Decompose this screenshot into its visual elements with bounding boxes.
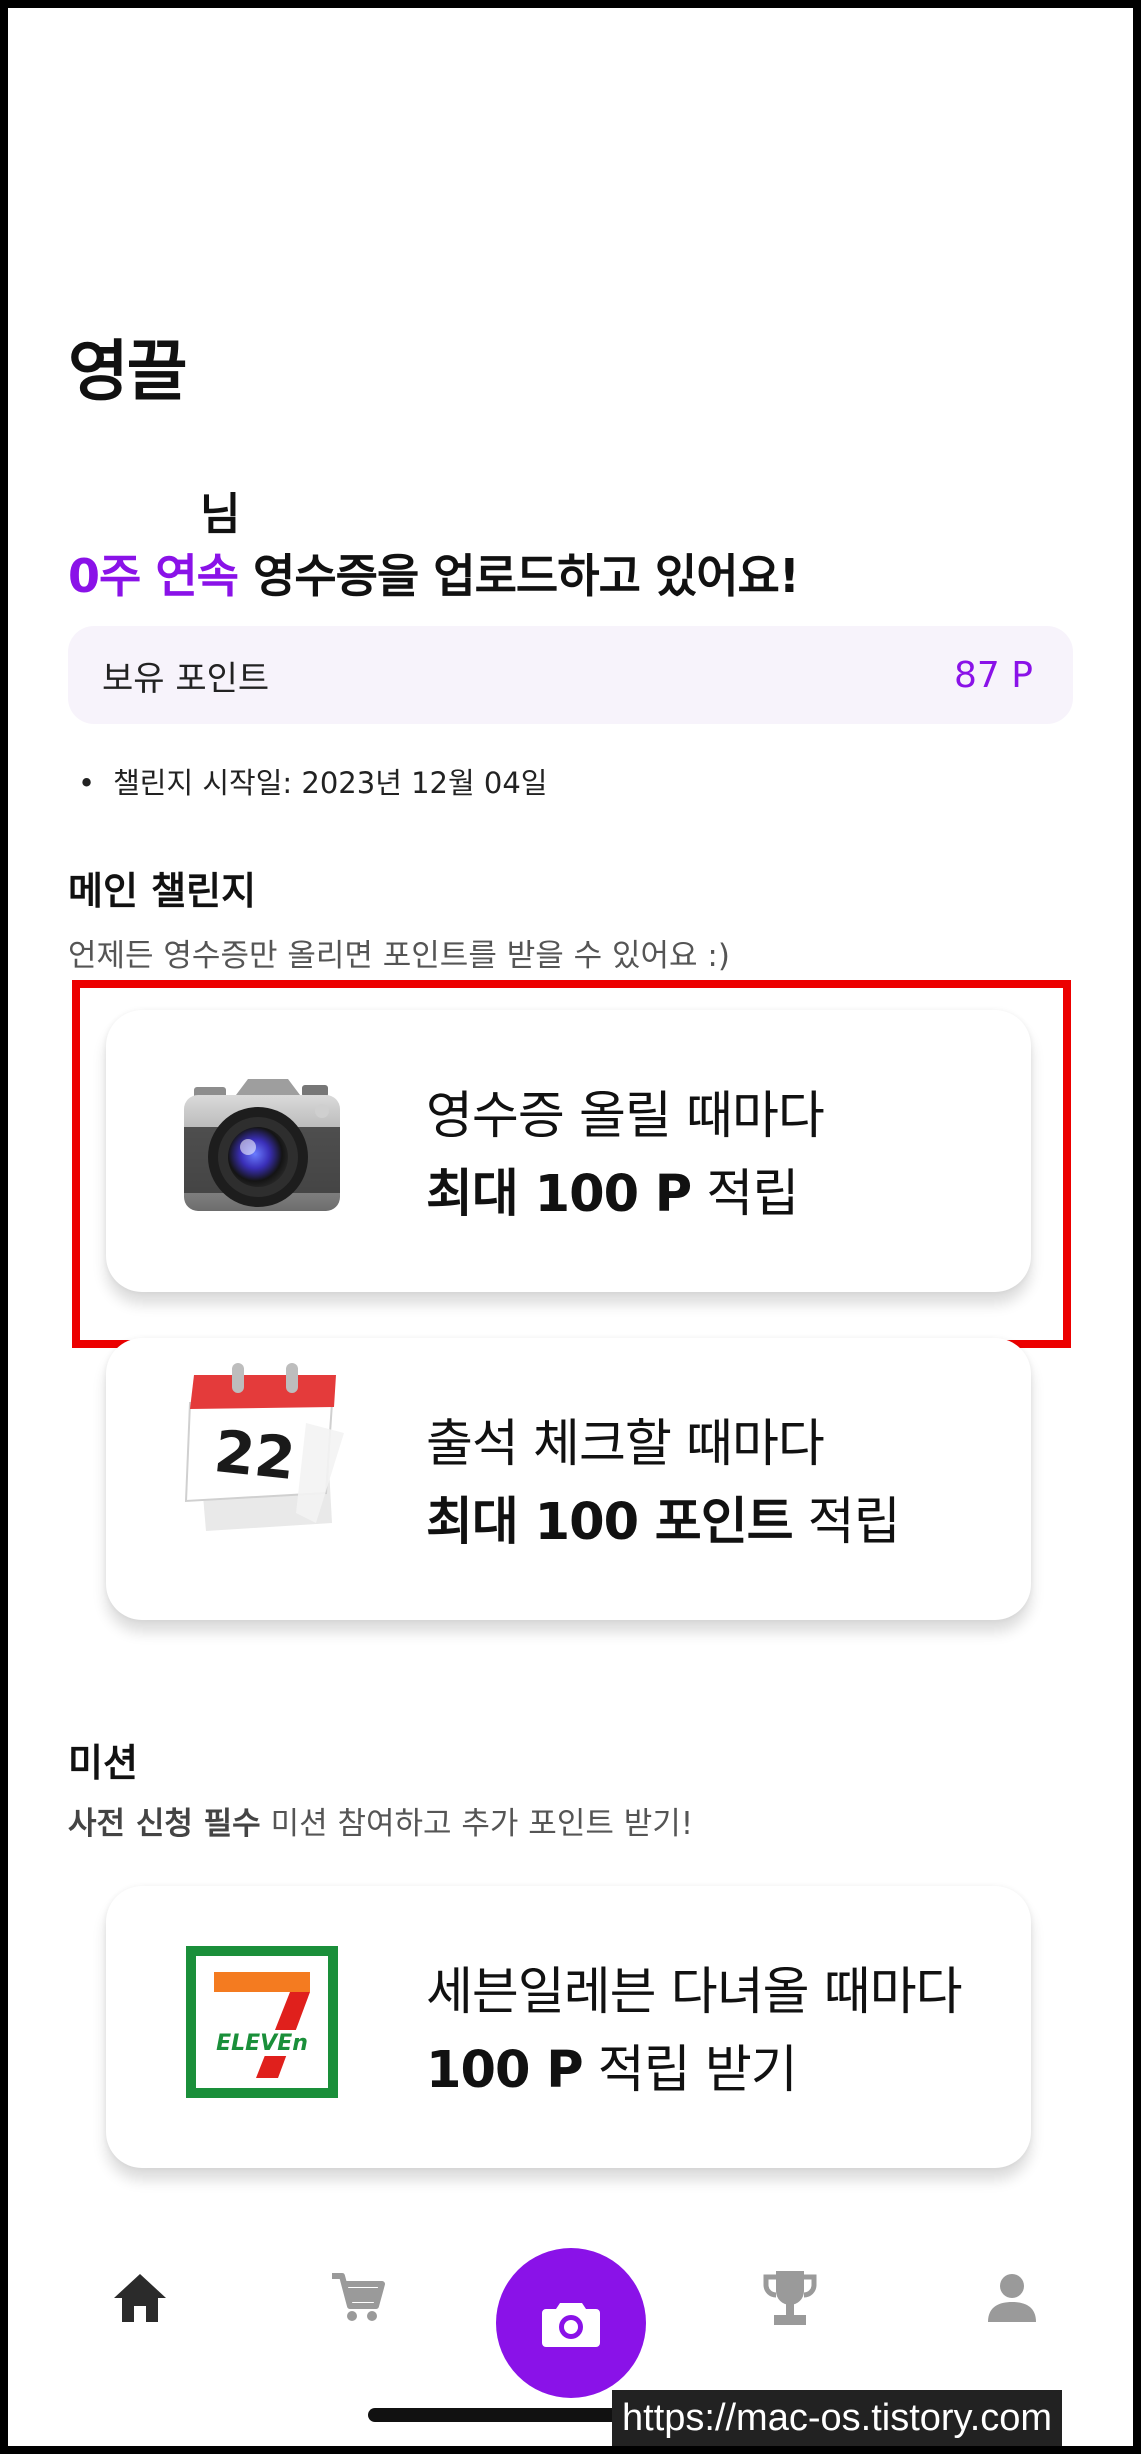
streak-text: 영수증을 업로드하고 있어요! [237,549,800,603]
challenge-start-date: • 챌린지 시작일: 2023년 12월 04일 [78,760,547,802]
tab-profile[interactable] [972,2258,1052,2338]
main-challenge-title: 메인 챌린지 [68,869,257,913]
seven-eleven-card-reward: 100 P [426,2041,584,2100]
tab-shop[interactable] [318,2258,398,2338]
challenge-start-text: 챌린지 시작일: 2023년 12월 04일 [113,766,548,800]
calendar-day: 22 [211,1417,298,1493]
seven-eleven-mission-card[interactable]: ELEVEn 세븐일레븐 다녀올 때마다 100 P 적립 받기 [106,1886,1031,2168]
bullet: • [78,766,96,800]
mission-subtitle-text: 미션 참여하고 추가 포인트 받기! [260,1806,694,1842]
profile-icon [988,2274,1036,2322]
main-challenge-subtitle: 언제든 영수증만 올리면 포인트를 받을 수 있어요 :) [68,938,730,974]
home-icon [114,2274,166,2322]
seven-eleven-logo: ELEVEn [186,1946,338,2098]
tab-home[interactable] [100,2258,180,2338]
user-name-suffix: 님 [200,489,241,540]
tab-ranking[interactable] [750,2258,830,2338]
watermark: https://mac-os.tistory.com [612,2390,1063,2446]
mission-subtitle-required: 사전 신청 필수 [68,1806,261,1842]
seven-eleven-card-line1: 세븐일레븐 다녀올 때마다 [426,1963,963,2022]
cart-icon [332,2273,385,2321]
attendance-card-line2: 최대 100 포인트 적립 [426,1484,901,1562]
points-summary[interactable]: 보유 포인트 87 P [68,626,1073,724]
page-title: 영끌 [68,333,187,410]
mission-subtitle: 사전 신청 필수 미션 참여하고 추가 포인트 받기! [68,1798,693,1843]
attendance-card-line1: 출석 체크할 때마다 [426,1415,825,1474]
points-value: 87 P [954,654,1033,696]
mission-title: 미션 [68,1741,138,1785]
seven-eleven-card-suffix: 적립 받기 [582,2041,798,2100]
app-screen: 영끌 님 0주 연속 영수증을 업로드하고 있어요! 보유 포인트 87 P •… [8,8,1133,2446]
attendance-card-reward: 최대 100 포인트 [426,1493,794,1552]
attendance-card-suffix: 적립 [792,1493,901,1552]
points-label: 보유 포인트 [102,658,270,699]
seven-eleven-logo-text: ELEVEn [216,2031,308,2056]
seven-eleven-card-line2: 100 P 적립 받기 [426,2032,962,2110]
highlight-box [72,980,1071,1348]
seven-eleven-card-text: 세븐일레븐 다녀올 때마다 100 P 적립 받기 [426,1954,963,2110]
camera-upload-button[interactable] [496,2248,646,2398]
attendance-card[interactable]: 22 출석 체크할 때마다 최대 100 포인트 적립 [106,1338,1031,1620]
calendar-icon: 22 [176,1363,346,1563]
streak-message: 0주 연속 영수증을 업로드하고 있어요! [68,540,800,606]
trophy-icon [763,2271,817,2325]
attendance-card-text: 출석 체크할 때마다 최대 100 포인트 적립 [426,1406,901,1562]
camera-icon [542,2303,600,2347]
streak-count: 0주 연속 [68,549,239,603]
